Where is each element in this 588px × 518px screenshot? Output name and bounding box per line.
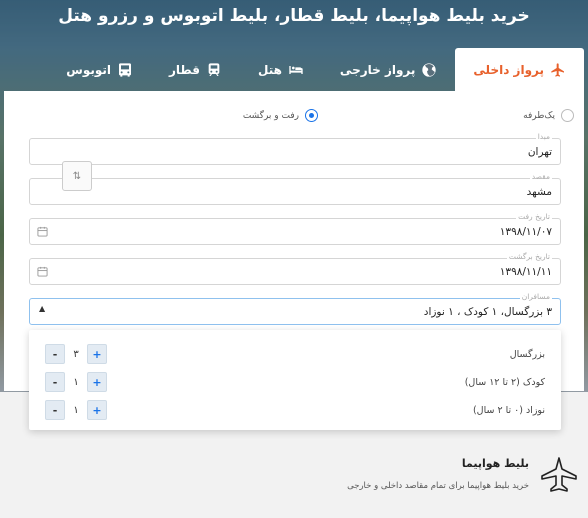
passengers-label: مسافران	[519, 292, 552, 301]
tab-label: هتل	[257, 63, 282, 77]
departure-date-field[interactable]: تاریخ رفت ۱۳۹۸/۱۱/۰۷	[29, 212, 561, 245]
swap-icon: ⇅	[72, 170, 82, 182]
service-tabs: پرواز داخلی پرواز خارجی هتل قطار اتوبوس	[4, 48, 584, 92]
airplane-outline-icon	[541, 457, 577, 492]
return-date-value: ۱۳۹۸/۱۱/۱۱	[499, 266, 552, 278]
radio-circle	[561, 109, 574, 122]
chevron-up-icon: ▲	[39, 304, 46, 313]
calendar-icon[interactable]	[37, 226, 48, 237]
departure-date-value: ۱۳۹۸/۱۱/۰۷	[499, 226, 552, 238]
passengers-field[interactable]: مسافران ۳ بزرگسال، ۱ کودک ، ۱ نوزاد ▲	[29, 292, 561, 325]
passenger-count: ۱	[73, 376, 79, 388]
feature-description: خرید بلیط هواپیما برای تمام مقاصد داخلی …	[347, 481, 529, 491]
tab-hotel[interactable]: هتل	[240, 48, 322, 92]
adult-stepper: - ۳ +	[45, 344, 107, 364]
tab-label: قطار	[169, 63, 200, 77]
increment-button[interactable]: +	[87, 372, 107, 392]
tab-international-flight[interactable]: پرواز خارجی	[322, 48, 455, 92]
bed-icon	[289, 66, 303, 74]
origin-label: مبدا	[535, 132, 552, 141]
passengers-value: ۳ بزرگسال، ۱ کودک ، ۱ نوزاد	[423, 306, 552, 318]
child-stepper: - ۱ +	[45, 372, 107, 392]
passenger-type-label: کودک (۲ تا ۱۲ سال)	[464, 377, 545, 388]
globe-icon	[422, 63, 437, 77]
return-date-field[interactable]: تاریخ برگشت ۱۳۹۸/۱۱/۱۱	[29, 252, 561, 285]
passengers-dropdown: بزرگسال - ۳ + کودک (۲ تا ۱۲ سال) - ۱ + ن…	[29, 330, 561, 430]
decrement-button[interactable]: -	[45, 400, 65, 420]
tab-label: اتوبوس	[66, 63, 112, 77]
destination-field[interactable]: مقصد مشهد	[29, 172, 561, 205]
feature-flight-tickets: بلیط هواپیما خرید بلیط هواپیما برای تمام…	[319, 455, 579, 505]
tab-domestic-flight[interactable]: پرواز داخلی	[455, 48, 584, 92]
origin-value: تهران	[527, 146, 552, 158]
passenger-count: ۱	[73, 404, 79, 416]
passenger-count: ۳	[73, 348, 79, 360]
feature-title: بلیط هواپیما	[461, 457, 529, 470]
origin-field[interactable]: مبدا تهران	[29, 132, 561, 165]
decrement-button[interactable]: -	[45, 372, 65, 392]
infant-stepper: - ۱ +	[45, 400, 107, 420]
page-headline: خرید بلیط هواپیما، بلیط قطار، بلیط اتوبو…	[58, 6, 530, 26]
passenger-row-child: کودک (۲ تا ۱۲ سال) - ۱ +	[29, 370, 561, 396]
calendar-icon[interactable]	[37, 266, 48, 277]
tab-train[interactable]: قطار	[151, 48, 240, 92]
passenger-row-adult: بزرگسال - ۳ +	[29, 342, 561, 368]
airplane-icon	[551, 63, 564, 77]
passenger-type-label: بزرگسال	[509, 349, 545, 360]
bus-icon	[119, 63, 132, 77]
swap-button[interactable]: ⇅	[62, 161, 92, 191]
increment-button[interactable]: +	[87, 344, 107, 364]
round-trip-radio[interactable]: رفت و برگشت	[243, 109, 318, 122]
return-date-label: تاریخ برگشت	[506, 252, 552, 261]
radio-label: یک‌طرفه	[523, 110, 555, 121]
passenger-row-infant: نوزاد (۰ تا ۲ سال) - ۱ +	[29, 398, 561, 424]
decrement-button[interactable]: -	[45, 344, 65, 364]
radio-label: رفت و برگشت	[242, 110, 299, 121]
departure-date-label: تاریخ رفت	[516, 212, 552, 221]
tab-bus[interactable]: اتوبوس	[48, 48, 151, 92]
passenger-type-label: نوزاد (۰ تا ۲ سال)	[472, 405, 545, 416]
train-icon	[208, 63, 220, 76]
destination-label: مقصد	[529, 172, 552, 181]
radio-circle-selected	[305, 109, 318, 122]
destination-value: مشهد	[526, 186, 552, 198]
one-way-radio[interactable]: یک‌طرفه	[523, 109, 574, 122]
trip-type-group: یک‌طرفه رفت و برگشت	[14, 109, 574, 129]
tab-label: پرواز داخلی	[473, 63, 544, 77]
tab-label: پرواز خارجی	[339, 63, 416, 77]
increment-button[interactable]: +	[87, 400, 107, 420]
